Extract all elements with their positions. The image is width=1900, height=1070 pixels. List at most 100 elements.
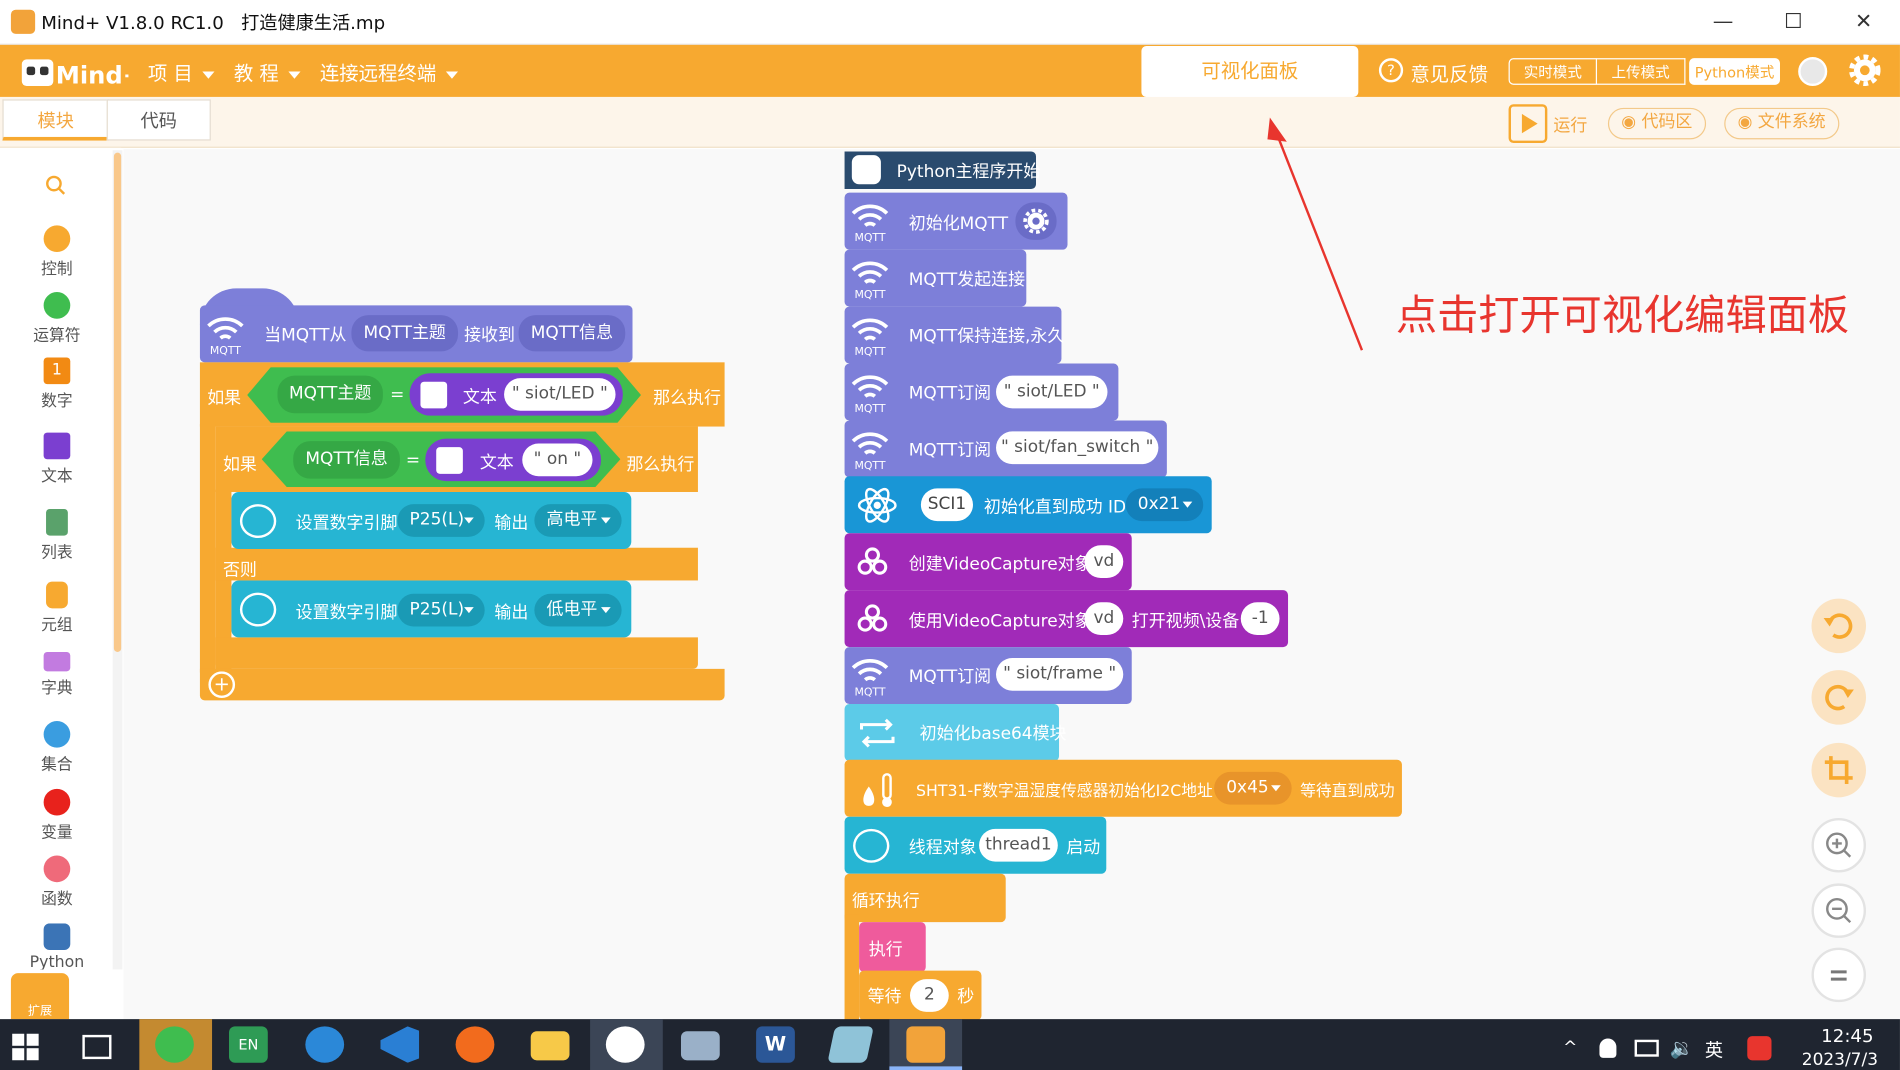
condition-topic-var[interactable]: MQTT主题 bbox=[277, 375, 383, 414]
wait-unit-label: 秒 bbox=[957, 987, 975, 1008]
category-variables[interactable]: 变量 bbox=[15, 788, 100, 842]
edge-browser-icon[interactable] bbox=[305, 1026, 345, 1063]
if-block-1-footer bbox=[199, 668, 725, 701]
color-wheel-icon[interactable] bbox=[605, 1026, 645, 1063]
avatar[interactable] bbox=[1798, 56, 1828, 87]
sci-port-slot[interactable]: SCI1 bbox=[920, 488, 973, 522]
en-app-icon[interactable]: EN bbox=[229, 1026, 268, 1063]
subscribe-topic-frame[interactable]: " siot/frame " bbox=[996, 658, 1124, 691]
equals-sign: = bbox=[390, 385, 405, 405]
minimize-button[interactable]: — bbox=[1693, 5, 1754, 39]
feedback-link[interactable]: 意见反馈 bbox=[1410, 58, 1488, 87]
set-pin-label-2: 设置数字引脚 bbox=[295, 603, 398, 623]
filesystem-button[interactable]: ◉ 文件系统 bbox=[1724, 107, 1839, 140]
init-mqtt-label: 初始化MQTT bbox=[908, 214, 1009, 234]
monitor-app-icon[interactable] bbox=[680, 1031, 720, 1061]
videocapture-var-slot-2[interactable]: vd bbox=[1084, 602, 1124, 635]
qq-icon[interactable] bbox=[1599, 1038, 1617, 1058]
undo-button[interactable] bbox=[1811, 598, 1867, 654]
mqtt-settings-gear-icon[interactable] bbox=[1015, 202, 1057, 240]
wifi-icon: MQTT bbox=[851, 261, 889, 301]
text-value-siot-led[interactable]: " siot/LED " bbox=[504, 378, 616, 411]
level-dropdown-high[interactable]: 高电平 bbox=[534, 504, 622, 537]
close-button[interactable]: ✕ bbox=[1833, 5, 1894, 39]
wait-seconds-slot[interactable]: 2 bbox=[909, 979, 949, 1012]
mqtt-connect-label: MQTT发起连接 bbox=[908, 270, 1026, 290]
subscribe-topic-fan-switch[interactable]: " siot/fan_switch " bbox=[996, 431, 1159, 465]
subscribe-label-2: MQTT订阅 bbox=[908, 441, 992, 461]
zoom-in-button[interactable] bbox=[1811, 817, 1867, 873]
input-language-indicator[interactable]: 英 bbox=[1705, 1037, 1723, 1062]
volume-icon[interactable]: 🔉 bbox=[1670, 1036, 1694, 1059]
realtime-mode-tab[interactable]: 实时模式 bbox=[1508, 58, 1598, 85]
category-tuples[interactable]: 元组 bbox=[15, 581, 100, 635]
menu-remote-terminal[interactable]: 连接远程终端 bbox=[320, 57, 459, 86]
sogou-icon[interactable] bbox=[1747, 1036, 1772, 1061]
search-icon[interactable] bbox=[45, 174, 67, 196]
videocapture-var-slot[interactable]: vd bbox=[1084, 545, 1124, 579]
redo-button[interactable] bbox=[1811, 670, 1867, 725]
visual-panel-button[interactable]: 可视化面板 bbox=[1141, 46, 1359, 97]
device-index-slot[interactable]: -1 bbox=[1240, 602, 1280, 635]
extensions-button[interactable]: 扩展 bbox=[10, 973, 70, 1020]
pin-dropdown-1[interactable]: P25(L) bbox=[397, 504, 485, 537]
upload-mode-tab[interactable]: 上传模式 bbox=[1597, 58, 1686, 85]
python-mode-tab[interactable]: Python模式 bbox=[1689, 58, 1780, 85]
i2c-id-dropdown[interactable]: 0x21 bbox=[1125, 488, 1204, 522]
word-icon[interactable]: W bbox=[756, 1026, 795, 1063]
add-branch-icon[interactable]: + bbox=[208, 671, 236, 698]
category-operators[interactable]: 运算符 bbox=[15, 292, 100, 345]
file-explorer-icon[interactable] bbox=[530, 1031, 570, 1061]
i2c-address-dropdown[interactable]: 0x45 bbox=[1214, 771, 1292, 805]
level-dropdown-low[interactable]: 低电平 bbox=[534, 593, 622, 627]
task-view-icon[interactable] bbox=[82, 1034, 112, 1060]
zoom-out-button[interactable] bbox=[1811, 883, 1867, 938]
board-icon bbox=[239, 592, 277, 627]
clock-time[interactable]: 12:45 bbox=[1821, 1025, 1873, 1047]
category-control[interactable]: 控制 bbox=[15, 225, 100, 279]
wechat-icon[interactable] bbox=[155, 1026, 194, 1063]
annotation-text: 点击打开可视化编辑面板 bbox=[1395, 292, 1850, 341]
python-icon bbox=[43, 923, 71, 951]
category-dict[interactable]: 字典 bbox=[15, 651, 100, 698]
run-label[interactable]: 运行 bbox=[1553, 113, 1587, 137]
category-functions[interactable]: 函数 bbox=[15, 855, 100, 909]
condition-message-var[interactable]: MQTT信息 bbox=[293, 441, 400, 479]
menu-tutorial[interactable]: 教 程 bbox=[234, 57, 301, 86]
category-text[interactable]: 文本 bbox=[15, 432, 100, 486]
maximize-button[interactable]: ☐ bbox=[1763, 5, 1824, 39]
mqtt-message-slot[interactable]: MQTT信息 bbox=[518, 315, 626, 352]
category-lists[interactable]: 列表 bbox=[15, 508, 100, 562]
text-block-icon bbox=[436, 447, 463, 474]
else-label: 否则 bbox=[222, 561, 257, 581]
notes-app-icon[interactable] bbox=[827, 1026, 874, 1063]
category-numbers[interactable]: 1 数字 bbox=[15, 357, 100, 411]
text-icon bbox=[43, 432, 71, 460]
gear-icon[interactable] bbox=[1849, 54, 1881, 87]
firefox-icon[interactable] bbox=[455, 1026, 495, 1063]
crop-button[interactable] bbox=[1811, 742, 1867, 798]
windows-start-icon[interactable] bbox=[12, 1033, 39, 1061]
tab-blocks[interactable]: 模块 bbox=[2, 99, 110, 141]
reset-zoom-button[interactable] bbox=[1811, 947, 1867, 1003]
text-value-on[interactable]: " on " bbox=[522, 443, 593, 477]
pin-dropdown-2[interactable]: P25(L) bbox=[397, 593, 485, 627]
mindplus-taskbar-icon[interactable] bbox=[906, 1026, 946, 1063]
mqtt-topic-slot[interactable]: MQTT主题 bbox=[351, 315, 459, 352]
chevron-down-icon bbox=[445, 70, 459, 79]
chevron-down-icon bbox=[288, 70, 301, 79]
thread-name-slot[interactable]: thread1 bbox=[979, 828, 1058, 862]
run-play-icon[interactable] bbox=[1508, 104, 1548, 143]
clock-date[interactable]: 2023/7/3 bbox=[1802, 1051, 1878, 1070]
menu-project[interactable]: 项 目 bbox=[148, 57, 215, 86]
category-python[interactable]: Python bbox=[15, 923, 100, 969]
category-sets[interactable]: 集合 bbox=[15, 721, 100, 774]
subscribe-topic-led[interactable]: " siot/LED " bbox=[996, 375, 1108, 409]
tab-code[interactable]: 代码 bbox=[106, 99, 211, 141]
chevron-up-icon[interactable]: ^ bbox=[1563, 1039, 1577, 1058]
radio-icon: ◉ bbox=[1621, 112, 1642, 133]
network-icon[interactable] bbox=[1634, 1039, 1659, 1057]
sidebar-scroll-thumb[interactable] bbox=[113, 152, 122, 652]
code-area-button[interactable]: ◉ 代码区 bbox=[1607, 107, 1706, 140]
equals-sign-2: = bbox=[405, 450, 421, 471]
